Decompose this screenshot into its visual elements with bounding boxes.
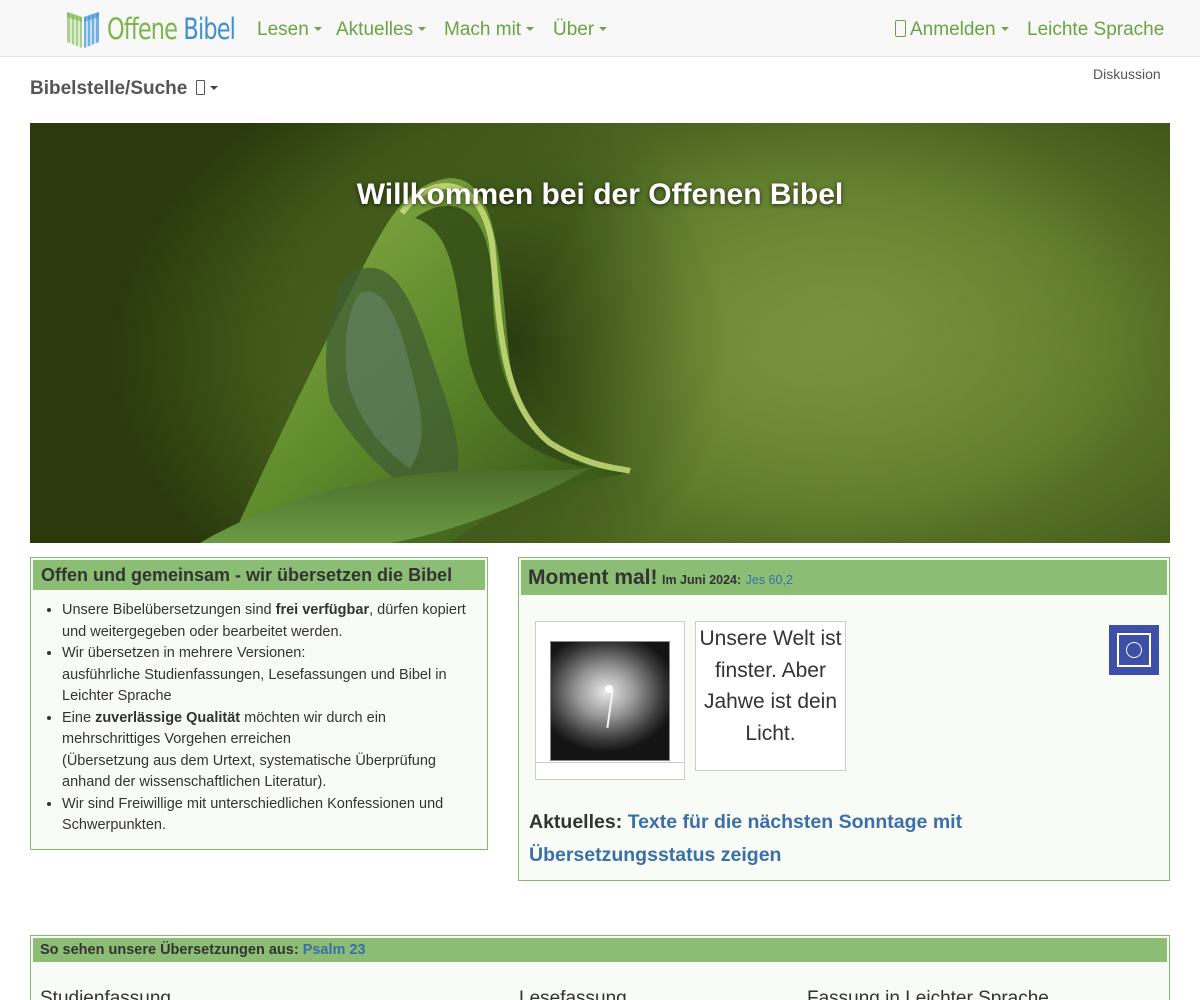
intro-box: Offen und gemeinsam - wir übersetzen die… [30,557,488,850]
open-bible-badge-icon[interactable] [1109,625,1159,675]
list-item: Eine zuverlässige Qualität möchten wir d… [62,708,471,794]
list-item: Wir übersetzen in mehrere Versionen:ausf… [62,643,471,708]
login-menu[interactable]: Anmelden [895,17,1009,43]
moment-mal-month: Im Juni 2024: [661,573,742,587]
nav-leichte-sprache[interactable]: Leichte Sprache [1027,17,1164,43]
psalm-23-link[interactable]: Psalm 23 [303,942,366,958]
bibelstelle-search-dropdown[interactable]: Bibelstelle/Suche [30,78,218,100]
hero-banner: Willkommen bei der Offenen Bibel [30,123,1170,543]
site-logo[interactable]: Offene Bibel [65,8,256,50]
moment-mal-title: Moment mal! [528,566,658,589]
discussion-link[interactable]: Diskussion [1093,66,1161,82]
column-lesefassung: Lesefassung [519,988,627,1000]
list-item: Unsere Bibelübersetzungen sind frei verf… [62,600,471,643]
search-icon [195,80,205,95]
dark-lightbulb-photo[interactable] [535,621,685,780]
chevron-down-icon [599,26,608,31]
aktuelles-label: Aktuelles: [529,811,623,833]
translation-samples-heading: So sehen unsere Übersetzungen aus: Psalm… [33,938,1167,962]
intro-list: Unsere Bibelübersetzungen sind frei verf… [62,600,471,837]
moment-mal-ref-link[interactable]: Jes 60,2 [746,573,793,587]
chevron-down-icon [209,85,218,90]
hero-title: Willkommen bei der Offenen Bibel [356,178,844,211]
site-logo-text: Offene Bibel [107,12,236,46]
chevron-down-icon [526,26,535,31]
intro-box-heading: Offen und gemeinsam - wir übersetzen die… [33,560,485,590]
nav-mach-mit[interactable]: Mach mit [444,17,535,43]
translation-samples-box: So sehen unsere Übersetzungen aus: Psalm… [30,935,1170,1000]
chevron-down-icon [418,26,427,31]
user-icon [895,20,906,37]
nav-lesen[interactable]: Lesen [257,17,322,43]
nav-aktuelles[interactable]: Aktuelles [336,17,427,43]
column-studienfassung: Studienfassung [40,988,171,1000]
quote-text: Unsere Welt ist finster. Aber Jahwe ist … [695,621,846,771]
chevron-down-icon [313,26,322,31]
chevron-down-icon [1000,26,1009,31]
nav-ueber[interactable]: Über [553,17,608,43]
column-leichte-sprache: Fassung in Leichter Sprache [807,988,1049,1000]
moment-mal-box: Moment mal! Im Juni 2024: Jes 60,2 Unser… [518,557,1170,881]
list-item: Wir sind Freiwillige mit unterschiedlich… [62,794,471,837]
top-navbar: Offene Bibel Lesen Aktuelles Mach mit Üb… [0,0,1200,57]
moment-mal-heading: Moment mal! Im Juni 2024: Jes 60,2 [521,560,1167,595]
photo-image [550,641,670,761]
aktuelles-line: Aktuelles: Texte für die nächsten Sonnta… [529,806,1149,872]
book-logo-icon [65,8,101,50]
